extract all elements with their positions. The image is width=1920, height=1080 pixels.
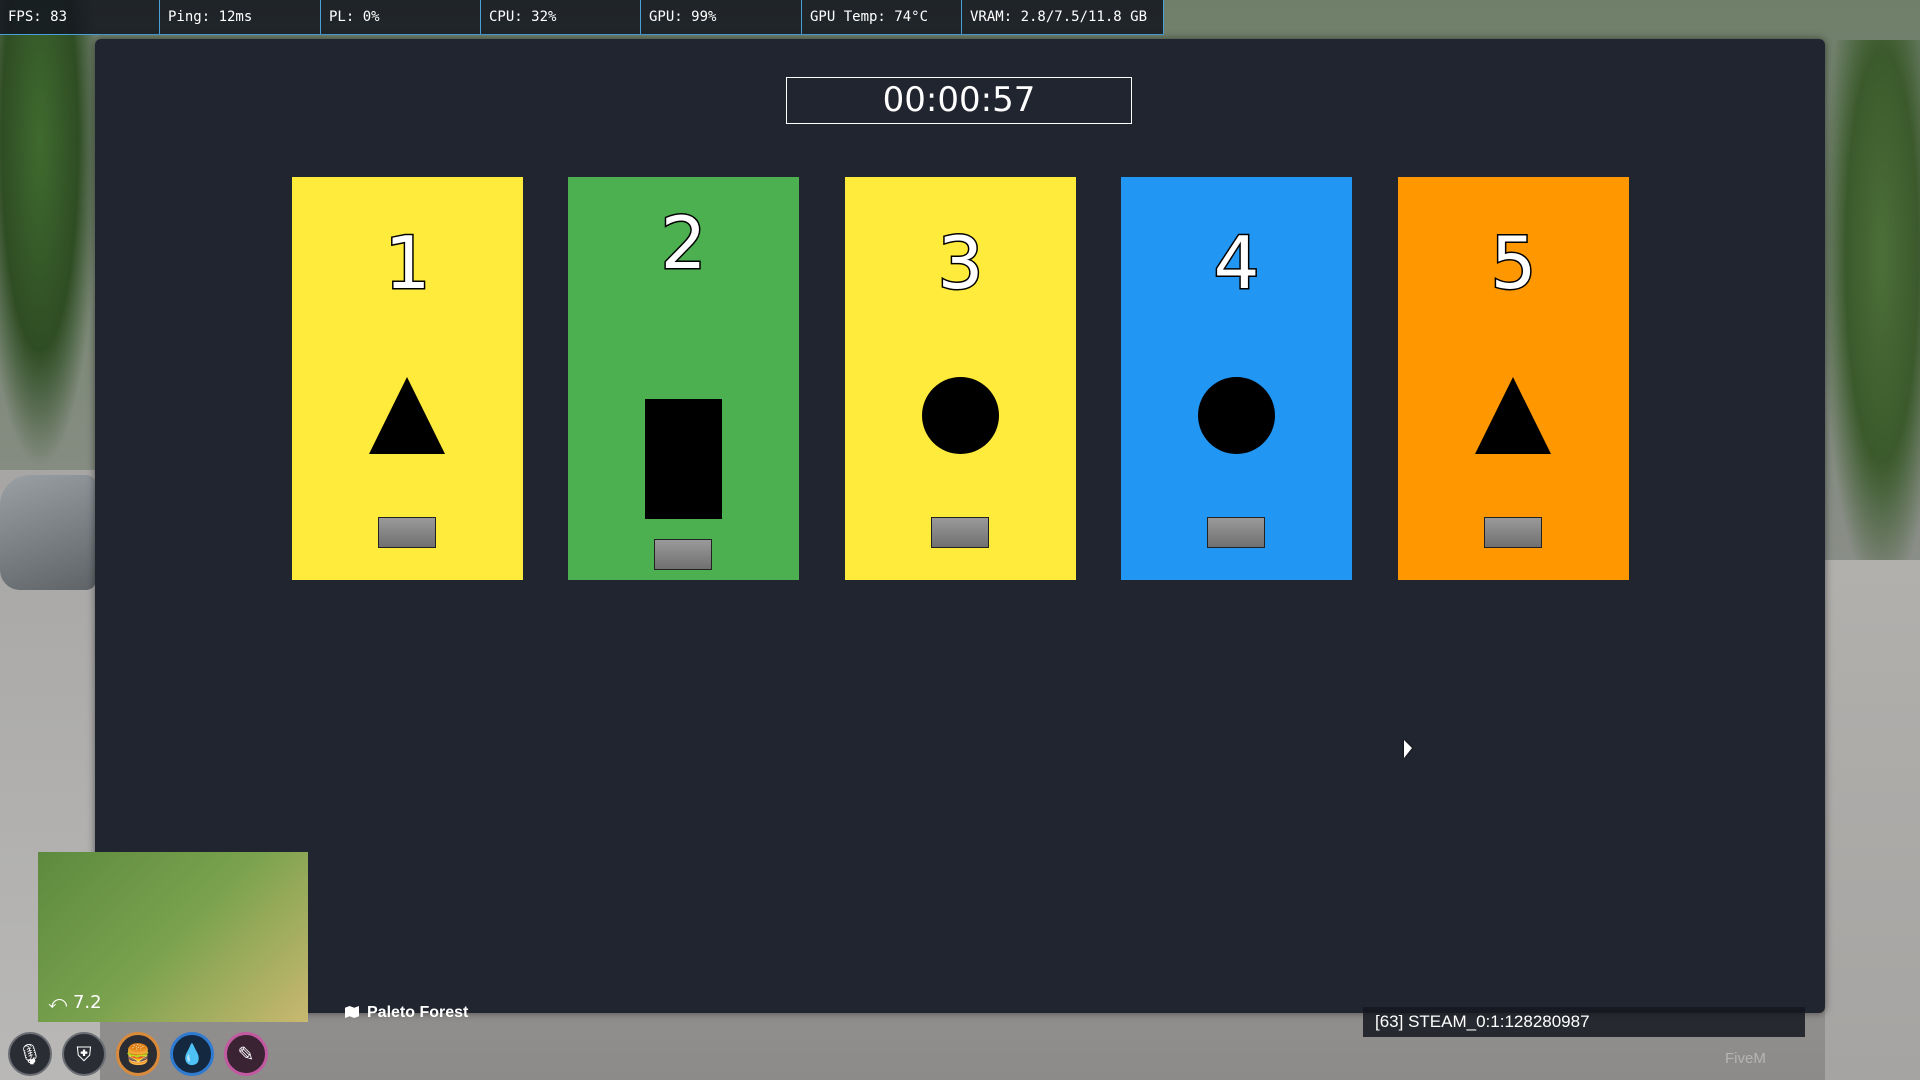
card-1: 1	[292, 177, 523, 580]
status-icons: 🎙 ⛨ 🍔 💧 ✎	[8, 1032, 268, 1076]
watermark: FiveM	[1725, 1050, 1766, 1067]
card-number: 1	[383, 221, 432, 305]
card-2: 2	[568, 177, 799, 580]
background-road-right	[1825, 560, 1920, 1080]
card-4-button[interactable]	[1207, 517, 1265, 548]
card-number: 5	[1489, 221, 1538, 305]
performance-overlay: FPS: 83 Ping: 12ms PL: 0% CPU: 32% GPU: …	[0, 0, 1164, 35]
mouse-cursor-icon	[1404, 740, 1412, 758]
circle-icon	[1198, 377, 1275, 454]
background-trees-left	[0, 0, 100, 470]
microphone-icon: 🎙	[8, 1032, 52, 1076]
card-5: 5	[1398, 177, 1629, 580]
card-2-button[interactable]	[654, 539, 712, 570]
card-3: 3	[845, 177, 1076, 580]
water-drop-icon: 💧	[170, 1032, 214, 1076]
countdown-timer: 00:00:57	[786, 77, 1132, 124]
gpu-stat: GPU: 99%	[641, 0, 802, 34]
location-name: Paleto Forest	[367, 1004, 469, 1021]
card-4: 4	[1121, 177, 1352, 580]
triangle-icon	[1475, 377, 1551, 454]
vram-stat: VRAM: 2.8/7.5/11.8 GB	[962, 0, 1164, 34]
gpu-temp-stat: GPU Temp: 74°C	[802, 0, 962, 34]
card-3-button[interactable]	[931, 517, 989, 548]
card-5-button[interactable]	[1484, 517, 1542, 548]
minimap-value: 7.2	[72, 992, 102, 1013]
burger-icon: 🍔	[116, 1032, 160, 1076]
packet-loss-stat: PL: 0%	[321, 0, 481, 34]
cpu-stat: CPU: 32%	[481, 0, 641, 34]
shield-icon: ⛨	[62, 1032, 106, 1076]
stress-icon: ✎	[224, 1032, 268, 1076]
background-car	[0, 475, 96, 590]
fps-stat: FPS: 83	[0, 0, 160, 34]
triangle-icon	[369, 377, 445, 454]
card-number: 4	[1212, 221, 1261, 305]
card-number: 2	[659, 201, 708, 285]
circle-icon	[922, 377, 999, 454]
map-icon	[345, 1006, 359, 1018]
location-label: Paleto Forest	[345, 1004, 468, 1022]
steam-id-label: [63] STEAM_0:1:128280987	[1363, 1007, 1805, 1037]
rectangle-icon	[645, 399, 722, 519]
background-trees-right	[1825, 40, 1920, 580]
card-1-button[interactable]	[378, 517, 436, 548]
ping-stat: Ping: 12ms	[160, 0, 321, 34]
card-number: 3	[936, 221, 985, 305]
minimap-heading: ⤺ 7.2	[48, 992, 102, 1013]
